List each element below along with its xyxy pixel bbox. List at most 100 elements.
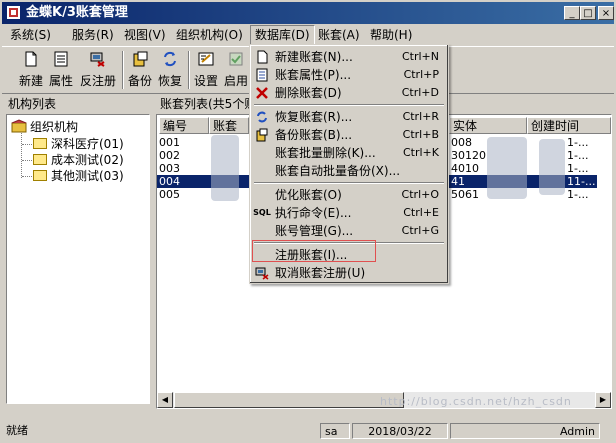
cell-created: 1-... — [567, 136, 589, 149]
menu-separator — [254, 104, 444, 106]
menu-item-label: 删除账套(D) — [275, 86, 342, 100]
maximize-button[interactable]: □ — [580, 6, 596, 20]
column-header-created[interactable]: 创建时间 — [527, 117, 611, 134]
toolbar-separator — [122, 51, 124, 89]
new-doc-icon — [25, 51, 37, 67]
menu-item-label: 新建账套(N)... — [275, 50, 353, 64]
annotation-highlight-box — [252, 240, 376, 262]
close-button[interactable]: × — [598, 6, 614, 20]
menu-item-auto-batch-backup[interactable]: 账套自动批量备份(X)... — [253, 162, 445, 180]
menu-item-account-management[interactable]: 账号管理(G)... Ctrl+G — [253, 222, 445, 240]
org-root-icon — [11, 119, 27, 133]
redaction-blur — [211, 135, 239, 201]
column-header-account[interactable]: 账套 — [209, 117, 249, 134]
tree-node-org-03[interactable]: 其他测试(03) — [33, 168, 124, 184]
tree-root-node[interactable]: 组织机构 — [11, 119, 78, 135]
toolbar-settings-button[interactable]: 设置 — [192, 50, 220, 90]
cell-created: 11-... — [567, 175, 596, 188]
menu-database[interactable]: 数据库(D) — [250, 25, 315, 45]
menu-item-new-account[interactable]: 新建账套(N)... Ctrl+N — [253, 48, 445, 66]
toolbar-backup-button[interactable]: 备份 — [126, 50, 154, 90]
cell-entity: 5061 — [451, 188, 479, 201]
menu-item-label: 账套属性(P)... — [275, 68, 352, 82]
menu-account[interactable]: 账套(A) — [314, 26, 364, 44]
menu-item-account-properties[interactable]: 账套属性(P)... Ctrl+P — [253, 66, 445, 84]
menu-service[interactable]: 服务(R) — [68, 26, 118, 44]
menu-item-shortcut: Ctrl+D — [401, 86, 439, 99]
toolbar-enable-button[interactable]: 启用 — [222, 50, 250, 90]
new-doc-icon — [257, 50, 268, 64]
redaction-blur — [539, 139, 565, 195]
menu-item-batch-delete[interactable]: 账套批量删除(K)... Ctrl+K — [253, 144, 445, 162]
sql-icon: SQL — [253, 208, 271, 217]
backup-icon — [133, 51, 148, 67]
tree-node-org-02[interactable]: 成本测试(02) — [33, 152, 124, 168]
minimize-button[interactable]: _ — [564, 6, 580, 20]
cell-entity: 008 — [451, 136, 472, 149]
menu-item-shortcut: Ctrl+E — [403, 206, 439, 219]
tree-node-label: 成本测试(02) — [51, 153, 124, 167]
menu-item-execute-command[interactable]: SQL 执行命令(E)... Ctrl+E — [253, 204, 445, 222]
cell-created: 1-... — [567, 188, 589, 201]
tree-line — [21, 131, 22, 178]
toolbar-label: 新建 — [18, 74, 43, 88]
cell-id: 002 — [159, 149, 180, 162]
toolbar-properties-button[interactable]: 属性 — [46, 50, 76, 90]
toolbar-label: 反注册 — [79, 74, 116, 88]
tree-node-label: 深科医疗(01) — [51, 137, 124, 151]
menu-item-shortcut: Ctrl+P — [403, 68, 439, 81]
menu-item-shortcut: Ctrl+G — [401, 224, 439, 237]
toolbar-new-button[interactable]: 新建 — [16, 50, 46, 90]
menu-item-optimize-account[interactable]: 优化账套(O) Ctrl+O — [253, 186, 445, 204]
menu-item-label: 账号管理(G)... — [275, 224, 354, 238]
column-header-entity[interactable]: 实体 — [449, 117, 527, 134]
menu-item-label: 备份账套(B)... — [275, 128, 353, 142]
menu-item-backup-account[interactable]: 备份账套(B)... Ctrl+B — [253, 126, 445, 144]
menu-bar: 系统(S) 服务(R) 视图(V) 组织机构(O) 数据库(D) 账套(A) 帮… — [2, 25, 614, 45]
enable-icon — [229, 52, 243, 66]
scroll-left-icon[interactable]: ◀ — [157, 392, 173, 408]
toolbar-restore-button[interactable]: 恢复 — [156, 50, 184, 90]
toolbar-unregister-button[interactable]: 反注册 — [78, 50, 118, 90]
scroll-right-icon[interactable]: ▶ — [595, 392, 611, 408]
folder-icon — [33, 154, 47, 165]
cell-id: 005 — [159, 188, 180, 201]
toolbar-label: 备份 — [127, 74, 152, 88]
backup-icon — [256, 128, 268, 142]
scroll-thumb[interactable] — [174, 392, 404, 408]
menu-view[interactable]: 视图(V) — [120, 26, 170, 44]
cell-id: 004 — [159, 175, 180, 188]
cell-entity: 41 — [451, 175, 465, 188]
menu-org[interactable]: 组织机构(O) — [172, 26, 247, 44]
cell-id: 003 — [159, 162, 180, 175]
tree-node-org-01[interactable]: 深科医疗(01) — [33, 136, 124, 152]
menu-item-label: 账套批量删除(K)... — [275, 146, 376, 160]
cell-entity: 4010 — [451, 162, 479, 175]
menu-item-label: 账套自动批量备份(X)... — [275, 164, 401, 178]
status-user: sa — [320, 423, 350, 439]
org-tree[interactable]: 组织机构 深科医疗(01) 成本测试(02) 其他测试(03) — [6, 114, 150, 404]
status-date: 2018/03/22 — [352, 423, 448, 439]
toolbar-label: 恢复 — [157, 74, 182, 88]
menu-item-delete-account[interactable]: 删除账套(D) Ctrl+D — [253, 84, 445, 102]
column-header-id[interactable]: 编号 — [159, 117, 209, 134]
menu-item-shortcut: Ctrl+N — [401, 50, 439, 63]
menu-item-shortcut: Ctrl+R — [402, 110, 439, 123]
tree-root-label: 组织机构 — [30, 120, 79, 134]
org-list-header: 机构列表 — [8, 97, 57, 111]
menu-item-cancel-registration[interactable]: 取消账套注册(U) — [253, 264, 445, 282]
restore-icon — [257, 111, 267, 123]
menu-system[interactable]: 系统(S) — [6, 26, 55, 44]
unregister-icon — [90, 52, 105, 67]
title-bar[interactable]: 金蝶K/3账套管理 _ □ × — [2, 2, 614, 24]
menu-item-restore-account[interactable]: 恢复账套(R)... Ctrl+R — [253, 108, 445, 126]
folder-icon — [33, 170, 47, 181]
tree-node-label: 其他测试(03) — [51, 169, 124, 183]
menu-item-shortcut: Ctrl+O — [401, 188, 439, 201]
settings-icon — [198, 52, 214, 66]
tree-line — [22, 176, 32, 177]
toolbar-separator — [188, 51, 190, 89]
menu-item-label: 取消账套注册(U) — [275, 266, 366, 280]
panel-splitter[interactable] — [151, 95, 154, 409]
menu-help[interactable]: 帮助(H) — [366, 26, 416, 44]
